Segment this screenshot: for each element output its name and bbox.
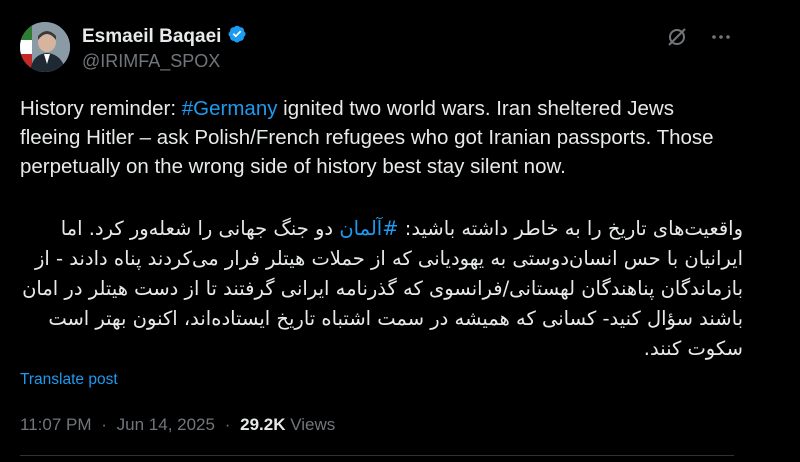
author-name[interactable]: Esmaeil Baqaei [82,26,221,48]
post-actions-top [664,24,734,50]
post-text-english: History reminder: #Germany ignited two w… [20,94,725,181]
post-text-en-part1: History reminder: [20,97,182,120]
author-name-row: Esmaeil Baqaei [82,24,247,49]
author-handle[interactable]: @IRIMFA_SPOX [82,51,220,72]
post-date[interactable]: Jun 14, 2025 [117,415,215,434]
hashtag-germany[interactable]: #Germany [182,97,278,120]
grok-icon[interactable] [664,24,690,50]
translate-post-link[interactable]: Translate post [20,371,118,389]
scrollbar[interactable] [790,0,800,462]
post-text-fa-part1: واقعیت‌های تاریخ را به خاطر داشته باشید: [398,217,743,240]
views-label: Views [290,415,336,434]
avatar-image [20,22,70,72]
post-time[interactable]: 11:07 PM [20,415,92,434]
meta-separator: · [101,415,107,434]
post: Esmaeil Baqaei @IRIMFA_SPOX History remi… [0,0,800,462]
divider [20,455,734,456]
hashtag-alman[interactable]: #آلمان [339,217,398,240]
post-text-persian: واقعیت‌های تاریخ را به خاطر داشته باشید:… [18,214,743,364]
meta-separator: · [224,415,231,434]
views-count: 29.2K [240,415,286,434]
post-meta: 11:07 PM · Jun 14, 2025 · 29.2K Views [20,415,335,435]
verified-badge-icon [227,24,247,49]
avatar[interactable] [20,22,70,72]
more-options-icon[interactable] [708,24,734,50]
